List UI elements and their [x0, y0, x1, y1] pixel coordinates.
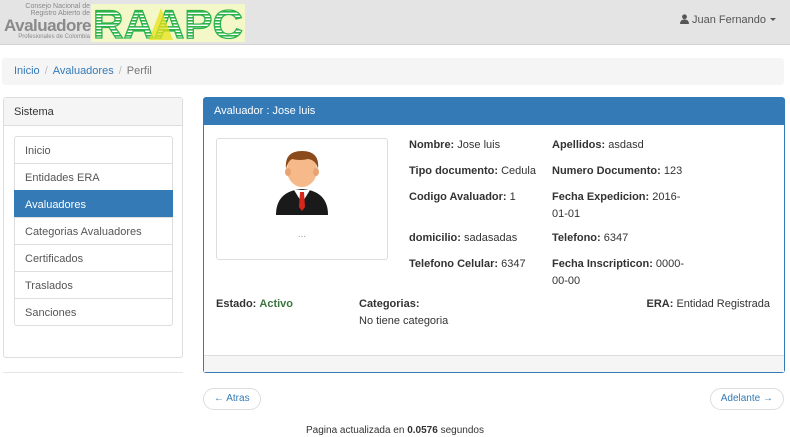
breadcrumb-separator: /	[44, 65, 48, 77]
sidebar-item-inicio[interactable]: Inicio	[14, 136, 173, 164]
sidebar-item-traslados[interactable]: Traslados	[14, 271, 173, 299]
field-numero-documento: Numero Documento: 123	[552, 165, 683, 177]
top-navbar: Consejo Nacional de Registro Abierto de …	[0, 0, 790, 45]
breadcrumb-inicio[interactable]: Inicio	[14, 65, 40, 77]
sidebar-divider	[3, 372, 183, 373]
field-telefono: Telefono: 6347	[552, 232, 629, 244]
user-avatar-icon	[276, 151, 328, 215]
user-name: Juan Fernando	[692, 14, 766, 26]
logo-line-3: Avaluadores	[4, 16, 100, 35]
logo-line-1: Consejo Nacional de	[25, 3, 90, 10]
council-logo[interactable]: Consejo Nacional de Registro Abierto de …	[4, 3, 100, 41]
breadcrumb-perfil: Perfil	[126, 65, 152, 77]
field-era: ERA: Entidad Registrada	[646, 298, 770, 310]
field-estado: Estado: Activo	[216, 298, 294, 310]
user-menu[interactable]: Juan Fernando	[680, 14, 776, 26]
logo-line-4: Profesionales de Colombia	[18, 34, 90, 40]
field-categorias: Categorias: No tiene categoria	[359, 298, 449, 327]
field-codigo-avaluador: Codigo Avaluador: 1	[409, 191, 516, 203]
previous-button[interactable]: ← Atras	[203, 388, 261, 410]
sidebar-item-certificados[interactable]: Certificados	[14, 244, 173, 272]
photo-caption: ...	[297, 229, 307, 240]
breadcrumb-separator: /	[118, 65, 122, 77]
field-tipo-documento: Tipo documento: Cedula	[409, 165, 536, 177]
status-badge: Activo	[259, 298, 294, 310]
profile-panel-title: Avaluador : Jose luis	[204, 98, 784, 125]
field-telefono-celular: Telefono Celular: 6347	[409, 258, 526, 270]
user-icon	[680, 14, 689, 24]
breadcrumb-avaluadores[interactable]: Avaluadores	[53, 65, 114, 77]
sidebar-item-entidades-era[interactable]: Entidades ERA	[14, 163, 173, 191]
sidebar-item-categorias-avaluadores[interactable]: Categorias Avaluadores	[14, 217, 173, 245]
profile-panel: Avaluador : Jose luis ... Nombre: Jose l…	[203, 97, 785, 373]
sidebar-item-avaluadores[interactable]: Avaluadores	[14, 190, 173, 218]
field-fecha-inscripcion: Fecha Inscripticon: 0000- 00-00	[552, 258, 685, 287]
profile-panel-footer	[204, 355, 784, 372]
sidebar-panel: Sistema Inicio Entidades ERA Avaluadores…	[3, 97, 183, 358]
profile-photo-thumbnail[interactable]: ...	[216, 138, 388, 260]
sidebar-menu: Inicio Entidades ERA Avaluadores Categor…	[14, 136, 173, 326]
page-timing: Pagina actualizada en 0.0576 segundos	[306, 425, 484, 436]
chevron-down-icon	[770, 18, 776, 21]
next-button[interactable]: Adelante →	[709, 388, 784, 410]
breadcrumb: Inicio / Avaluadores / Perfil	[2, 58, 784, 85]
sidebar-item-sanciones[interactable]: Sanciones	[14, 298, 173, 326]
field-domicilio: domicilio: sadasadas	[409, 232, 518, 244]
raapc-logo[interactable]: RAAPC	[91, 2, 245, 44]
field-fecha-expedicion: Fecha Expedicion: 2016- 01-01	[552, 191, 681, 220]
field-apellidos: Apellidos: asdasd	[552, 139, 644, 151]
sidebar-title: Sistema	[4, 98, 182, 126]
field-nombre: Nombre: Jose luis	[409, 139, 501, 151]
